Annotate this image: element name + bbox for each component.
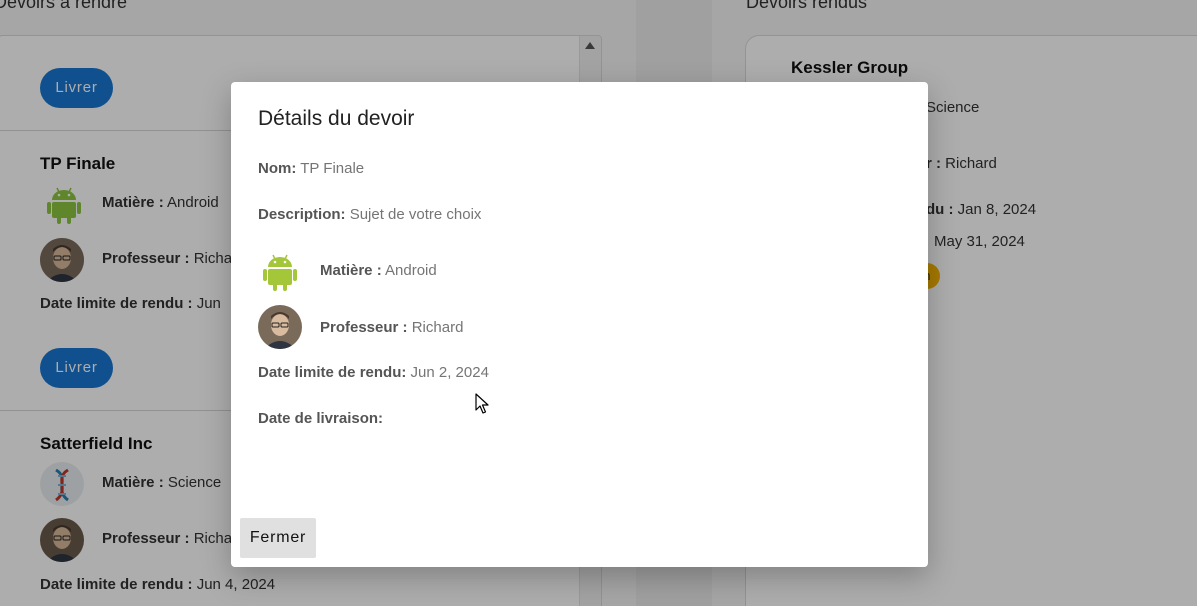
description-value: Sujet de votre choix: [349, 206, 482, 223]
professeur-value: Richard: [411, 319, 464, 336]
professeur-label: Professeur :: [320, 319, 408, 336]
nom-label: Nom:: [258, 160, 297, 177]
date-limite-value: Jun 2, 2024: [410, 364, 489, 381]
close-button[interactable]: Fermer: [240, 518, 316, 558]
professeur-row: Professeur : Richard: [320, 319, 463, 336]
android-icon: [258, 249, 302, 293]
date-livraison-label: Date de livraison:: [258, 410, 384, 427]
date-livraison-row: Date de livraison:: [258, 410, 383, 427]
date-limite-label: Date limite de rendu:: [258, 364, 407, 381]
nom-row: Nom: TP Finale: [258, 160, 364, 177]
date-limite-row: Date limite de rendu: Jun 2, 2024: [258, 364, 489, 381]
cursor-icon: [475, 393, 489, 420]
matiere-row: Matière : Android: [320, 262, 437, 279]
matiere-label: Matière :: [320, 262, 382, 279]
nom-value: TP Finale: [300, 160, 365, 177]
dialog-title: Détails du devoir: [258, 107, 415, 130]
details-dialog: Détails du devoir Nom: TP Finale Descrip…: [231, 82, 928, 567]
description-label: Description:: [258, 206, 346, 223]
avatar: [258, 305, 302, 349]
matiere-value: Android: [385, 262, 437, 279]
description-row: Description: Sujet de votre choix: [258, 206, 481, 223]
